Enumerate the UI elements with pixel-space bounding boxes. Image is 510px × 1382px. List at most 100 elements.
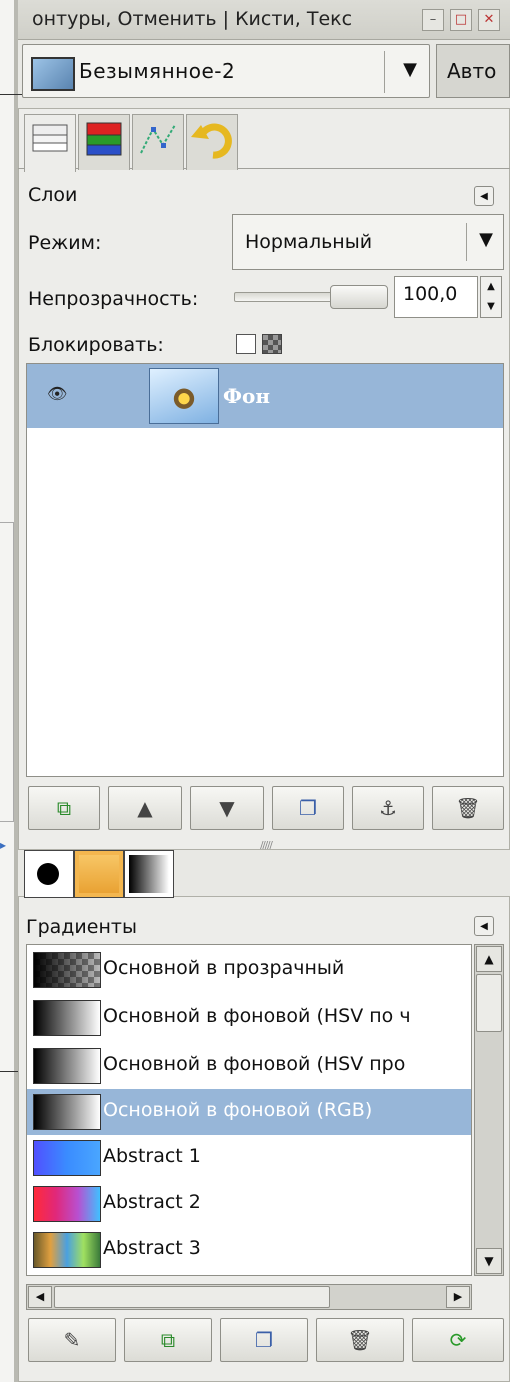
pattern-icon — [79, 855, 119, 893]
new-layer-icon: ⧉ — [56, 796, 72, 820]
gradient-swatch — [33, 1186, 101, 1222]
list-item[interactable]: Основной в фоновой (HSV по ч — [27, 995, 471, 1041]
auto-button[interactable]: Авто — [436, 44, 510, 98]
delete-layer-button[interactable]: 🗑 — [432, 786, 504, 830]
tab-layers[interactable] — [24, 114, 76, 172]
gradients-list[interactable]: Основной в прозрачный Основной в фоновой… — [26, 944, 472, 1276]
paths-icon — [140, 124, 176, 154]
tab-brushes[interactable] — [24, 850, 74, 898]
scroll-up-icon[interactable]: ▲ — [476, 946, 502, 972]
gradient-name: Основной в прозрачный — [103, 957, 345, 979]
layer-thumbnail — [149, 368, 219, 424]
list-item[interactable]: Abstract 2 — [27, 1181, 471, 1227]
refresh-icon: ⟳ — [449, 1328, 467, 1352]
gradient-swatch — [33, 1140, 101, 1176]
list-item[interactable]: Основной в прозрачный — [27, 947, 471, 993]
tab-paths[interactable] — [132, 114, 184, 170]
duplicate-layer-button[interactable]: ❐ — [272, 786, 344, 830]
arrow-down-icon: ▼ — [219, 796, 235, 820]
layer-name: Фон — [223, 384, 270, 408]
list-item[interactable]: Abstract 1 — [27, 1135, 471, 1181]
tab-gradients[interactable] — [124, 850, 174, 898]
image-thumbnail-icon — [31, 57, 75, 91]
horizontal-scroll-thumb[interactable] — [54, 1286, 330, 1308]
gradient-name: Abstract 1 — [103, 1145, 201, 1167]
list-item[interactable]: Основной в фоновой (RGB) — [27, 1089, 471, 1135]
new-gradient-button[interactable]: ⧉ — [124, 1318, 212, 1362]
divider — [466, 223, 467, 261]
close-icon[interactable]: ✕ — [478, 9, 500, 31]
anchor-icon: ⚓ — [379, 796, 397, 820]
undo-icon — [191, 123, 232, 159]
gradient-swatch — [33, 952, 101, 988]
maximize-icon[interactable]: □ — [450, 9, 472, 31]
brush-icon — [37, 863, 59, 885]
scroll-left-icon[interactable]: ◀ — [28, 1286, 52, 1308]
edit-icon: ✎ — [63, 1328, 81, 1352]
tab-undo-history[interactable] — [186, 114, 238, 170]
auto-button-label: Авто — [447, 59, 497, 83]
scroll-down-icon[interactable]: ▼ — [476, 1248, 502, 1274]
trash-icon: 🗑 — [347, 1328, 373, 1352]
refresh-gradients-button[interactable]: ⟳ — [412, 1318, 504, 1362]
gradient-icon — [129, 855, 169, 893]
duplicate-icon: ❐ — [299, 796, 317, 820]
image-name: Безымянное-2 — [79, 59, 236, 83]
opacity-spinbox[interactable]: 100,0 — [394, 276, 478, 318]
gradient-swatch — [33, 1232, 101, 1268]
gradient-name: Abstract 3 — [103, 1237, 201, 1259]
chevron-down-icon: ▼ — [479, 229, 493, 250]
lower-layer-button[interactable]: ▼ — [190, 786, 264, 830]
opacity-label: Непрозрачность: — [28, 288, 199, 310]
panel-menu-icon[interactable]: ◀ — [474, 916, 494, 936]
list-item[interactable]: Основной в фоновой (HSV про — [27, 1043, 471, 1089]
duplicate-icon: ❐ — [255, 1328, 273, 1352]
panel-menu-icon[interactable]: ◀ — [474, 186, 494, 206]
vertical-scroll-thumb[interactable] — [476, 974, 502, 1032]
left-neighbor-edge — [0, 522, 14, 822]
lock-pixels-checkbox[interactable] — [236, 334, 256, 354]
gradients-panel-title: Градиенты — [26, 916, 137, 938]
gradient-name: Основной в фоновой (RGB) — [103, 1099, 373, 1121]
lock-alpha-icon[interactable] — [262, 334, 282, 354]
arrow-up-icon: ▲ — [137, 796, 153, 820]
anchor-layer-button[interactable]: ⚓ — [352, 786, 424, 830]
layers-panel-title: Слои — [28, 184, 78, 206]
divider — [384, 51, 385, 93]
left-neighbor-arrow-icon: ▸ — [0, 838, 7, 852]
image-selector[interactable]: Безымянное-2 ▼ — [22, 44, 430, 98]
eye-icon[interactable]: 👁 — [47, 384, 67, 403]
scroll-right-icon[interactable]: ▶ — [446, 1286, 470, 1308]
layer-row[interactable]: 👁 Фон — [27, 364, 503, 428]
duplicate-gradient-button[interactable]: ❐ — [220, 1318, 308, 1362]
new-layer-button[interactable]: ⧉ — [28, 786, 100, 830]
delete-gradient-button[interactable]: 🗑 — [316, 1318, 404, 1362]
mode-select[interactable]: Нормальный ▼ — [232, 214, 504, 270]
tab-patterns[interactable] — [74, 850, 124, 898]
gradient-name: Abstract 2 — [103, 1191, 201, 1213]
opacity-slider-handle[interactable] — [330, 285, 388, 309]
window-title: онтуры, Отменить | Кисти, Текс — [32, 8, 353, 30]
dock-separator-grip[interactable]: ///// — [236, 840, 296, 851]
tab-channels[interactable] — [78, 114, 130, 170]
opacity-value: 100,0 — [403, 283, 458, 305]
minimize-icon[interactable]: – — [422, 9, 444, 31]
mode-value: Нормальный — [245, 231, 373, 253]
opacity-spin-arrows-icon[interactable]: ▲ ▼ — [480, 276, 502, 318]
gradient-swatch — [33, 1000, 101, 1036]
gradient-name: Основной в фоновой (HSV про — [103, 1053, 406, 1075]
lock-label: Блокировать: — [28, 334, 164, 356]
trash-icon: 🗑 — [455, 796, 481, 820]
channels-icon — [86, 122, 122, 156]
gradient-swatch — [33, 1094, 101, 1130]
new-icon: ⧉ — [160, 1328, 176, 1352]
gradient-name: Основной в фоновой (HSV по ч — [103, 1005, 411, 1027]
chevron-down-icon: ▼ — [403, 59, 417, 80]
callout-line — [0, 94, 22, 95]
list-item[interactable]: Abstract 3 — [27, 1227, 471, 1273]
gradient-swatch — [33, 1048, 101, 1084]
edit-gradient-button[interactable]: ✎ — [28, 1318, 116, 1362]
mode-label: Режим: — [28, 232, 102, 254]
layers-icon — [32, 124, 68, 152]
raise-layer-button[interactable]: ▲ — [108, 786, 182, 830]
